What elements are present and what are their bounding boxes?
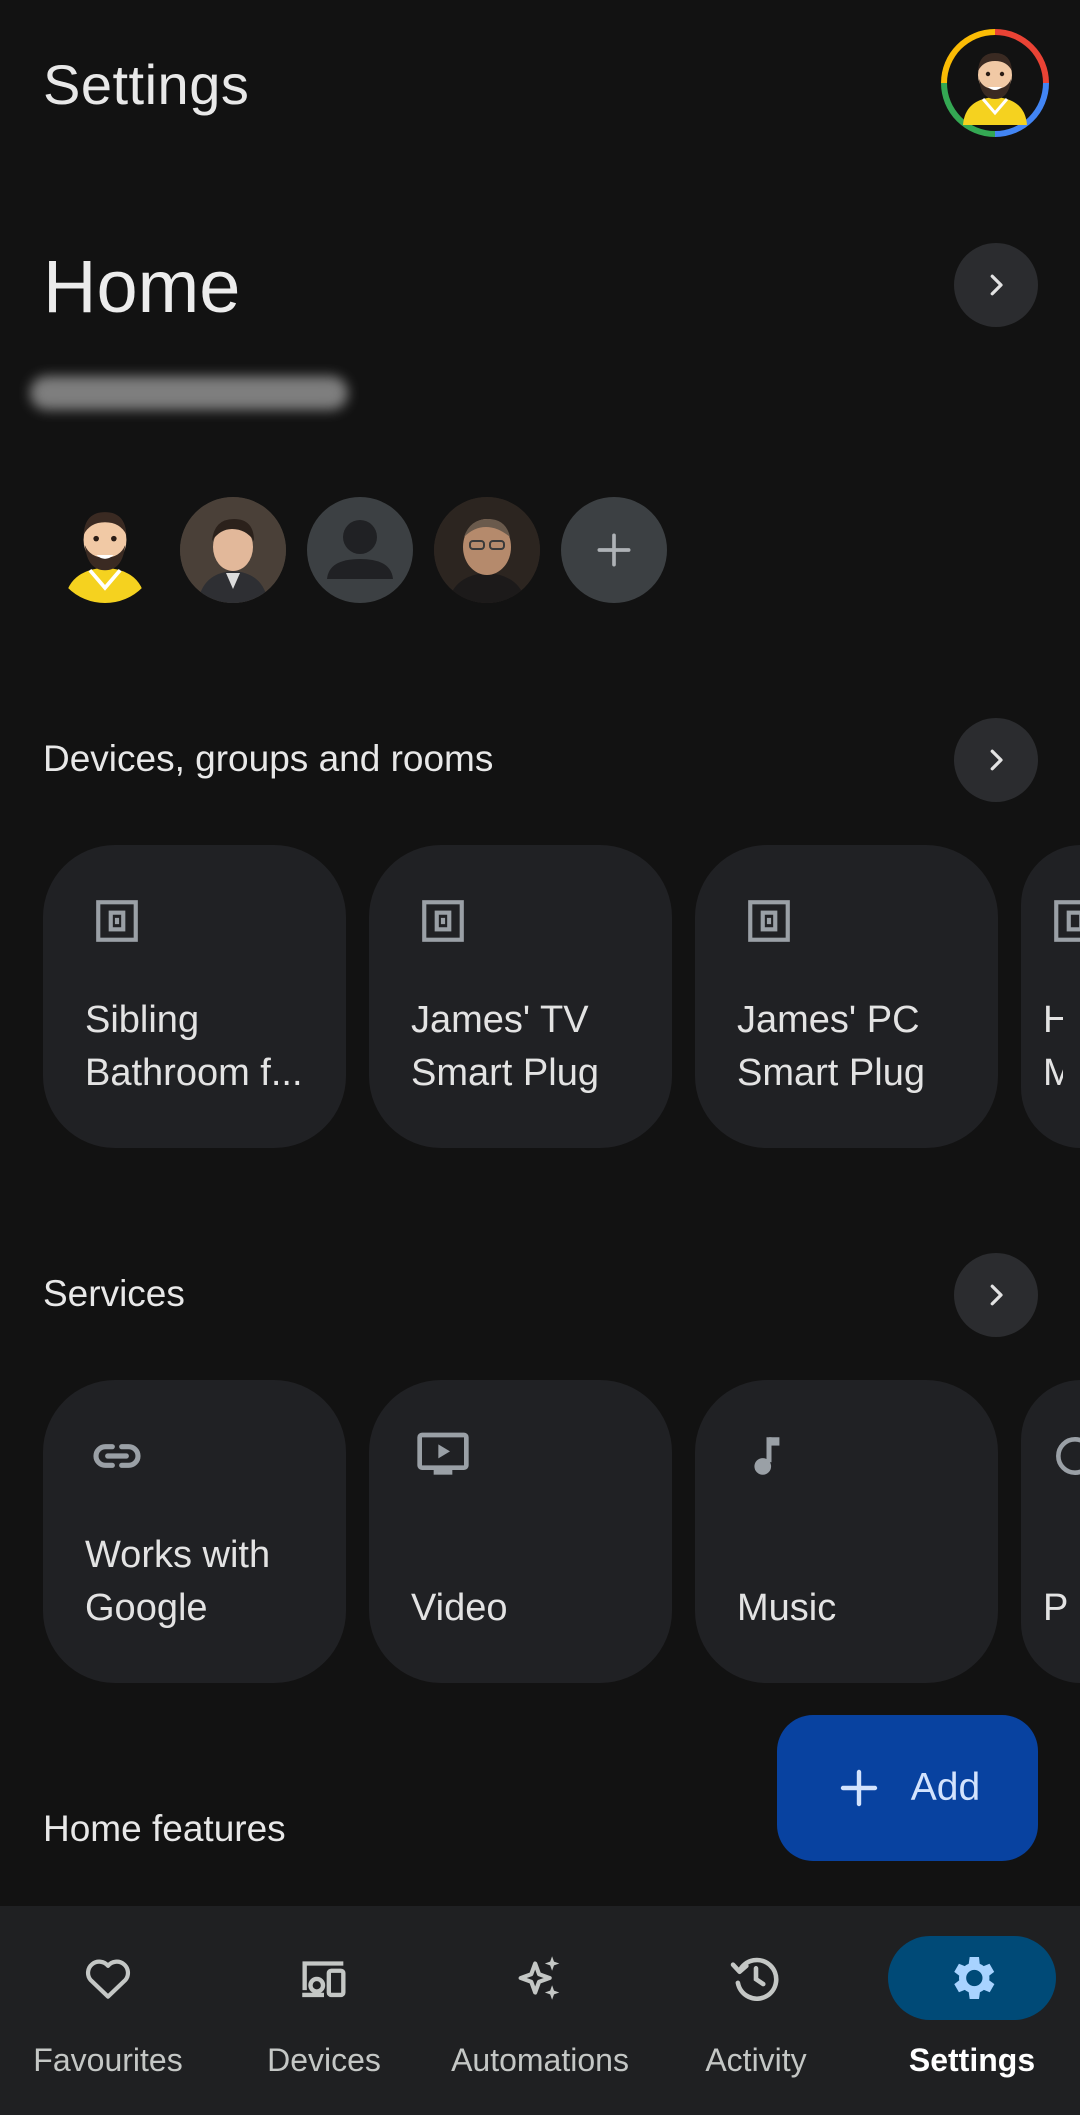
home-title: Home bbox=[43, 245, 241, 328]
add-button[interactable]: Add bbox=[777, 1715, 1038, 1861]
nav-label: Activity bbox=[705, 2042, 807, 2078]
nav-item-devices[interactable]: Devices bbox=[216, 1906, 432, 2115]
home-address-redacted bbox=[30, 376, 348, 410]
device-card[interactable]: James' PC Smart Plug bbox=[695, 845, 998, 1148]
device-card-partial[interactable]: H M bbox=[1021, 845, 1080, 1148]
link-icon bbox=[89, 1428, 145, 1484]
smart-plug-icon bbox=[415, 893, 471, 949]
service-card[interactable]: Music bbox=[695, 1380, 998, 1683]
service-card-partial[interactable]: P bbox=[1021, 1380, 1080, 1683]
member-avatar[interactable] bbox=[52, 497, 158, 603]
section-title-services: Services bbox=[43, 1273, 185, 1314]
service-card[interactable]: Works with Google bbox=[43, 1380, 346, 1683]
settings-screen: Settings Home Devices, groups and rooms … bbox=[0, 0, 1080, 2115]
add-member-button[interactable] bbox=[561, 497, 667, 603]
person-icon bbox=[327, 520, 393, 579]
smart-plug-icon bbox=[89, 893, 145, 949]
video-icon bbox=[415, 1428, 471, 1484]
nav-item-automations[interactable]: Automations bbox=[432, 1906, 648, 2115]
device-card-label: H M bbox=[1043, 999, 1063, 1094]
device-card[interactable]: Sibling Bathroom f... bbox=[43, 845, 346, 1148]
device-card-label: James' PC Smart Plug bbox=[737, 999, 925, 1094]
section-title-devices: Devices, groups and rooms bbox=[43, 738, 494, 779]
music-note-icon bbox=[741, 1428, 797, 1484]
device-card[interactable]: James' TV Smart Plug bbox=[369, 845, 672, 1148]
member-avatar-illustration bbox=[64, 512, 146, 603]
account-avatar-button[interactable] bbox=[941, 29, 1049, 137]
member-avatar[interactable] bbox=[434, 497, 540, 603]
nav-label: Favourites bbox=[33, 2042, 183, 2078]
service-card-label: Video bbox=[411, 1587, 508, 1629]
service-icon bbox=[1047, 1428, 1080, 1484]
service-card-label: P bbox=[1043, 1587, 1069, 1629]
smart-plug-icon bbox=[741, 893, 797, 949]
nav-item-activity[interactable]: Activity bbox=[648, 1906, 864, 2115]
member-avatar[interactable] bbox=[180, 497, 286, 603]
member-avatar-placeholder[interactable] bbox=[307, 497, 413, 603]
plus-icon bbox=[840, 1769, 877, 1807]
services-carousel[interactable]: Works with Google Video Music P bbox=[43, 1380, 1080, 1683]
chevron-right-icon bbox=[990, 274, 1003, 296]
devices-icon bbox=[302, 1961, 346, 1998]
nav-label: Automations bbox=[451, 2042, 629, 2078]
home-details-button[interactable] bbox=[954, 243, 1038, 327]
device-card-label: Sibling Bathroom f... bbox=[85, 999, 303, 1094]
service-card[interactable]: Video bbox=[369, 1380, 672, 1683]
gear-icon bbox=[954, 1957, 995, 1999]
services-more-button[interactable] bbox=[954, 1253, 1038, 1337]
service-card-label: Works with Google bbox=[85, 1534, 271, 1629]
device-card-label: James' TV Smart Plug bbox=[411, 999, 599, 1094]
chevron-right-icon bbox=[990, 1284, 1003, 1306]
add-button-label: Add bbox=[910, 1766, 981, 1809]
sparkle-icon bbox=[518, 1956, 560, 2000]
nav-item-favourites[interactable]: Favourites bbox=[0, 1906, 216, 2115]
section-title-home-features: Home features bbox=[43, 1808, 286, 1849]
account-avatar bbox=[963, 53, 1027, 125]
service-card-label: Music bbox=[737, 1587, 837, 1629]
member-photo bbox=[434, 497, 540, 603]
smart-plug-icon bbox=[1047, 893, 1080, 949]
plus-icon bbox=[597, 533, 631, 567]
history-icon bbox=[730, 1957, 779, 2001]
nav-label: Devices bbox=[267, 2042, 381, 2078]
chevron-right-icon bbox=[990, 749, 1003, 771]
devices-carousel[interactable]: Sibling Bathroom f... James' TV Smart Pl… bbox=[43, 845, 1080, 1148]
nav-item-settings[interactable]: Settings bbox=[864, 1906, 1080, 2115]
devices-more-button[interactable] bbox=[954, 718, 1038, 802]
nav-label: Settings bbox=[908, 2042, 1036, 2078]
heart-icon bbox=[85, 1959, 131, 1999]
page-title: Settings bbox=[43, 53, 250, 116]
bottom-navigation: Favourites Devices Automations Activity bbox=[0, 1906, 1080, 2115]
member-photo bbox=[180, 497, 286, 603]
